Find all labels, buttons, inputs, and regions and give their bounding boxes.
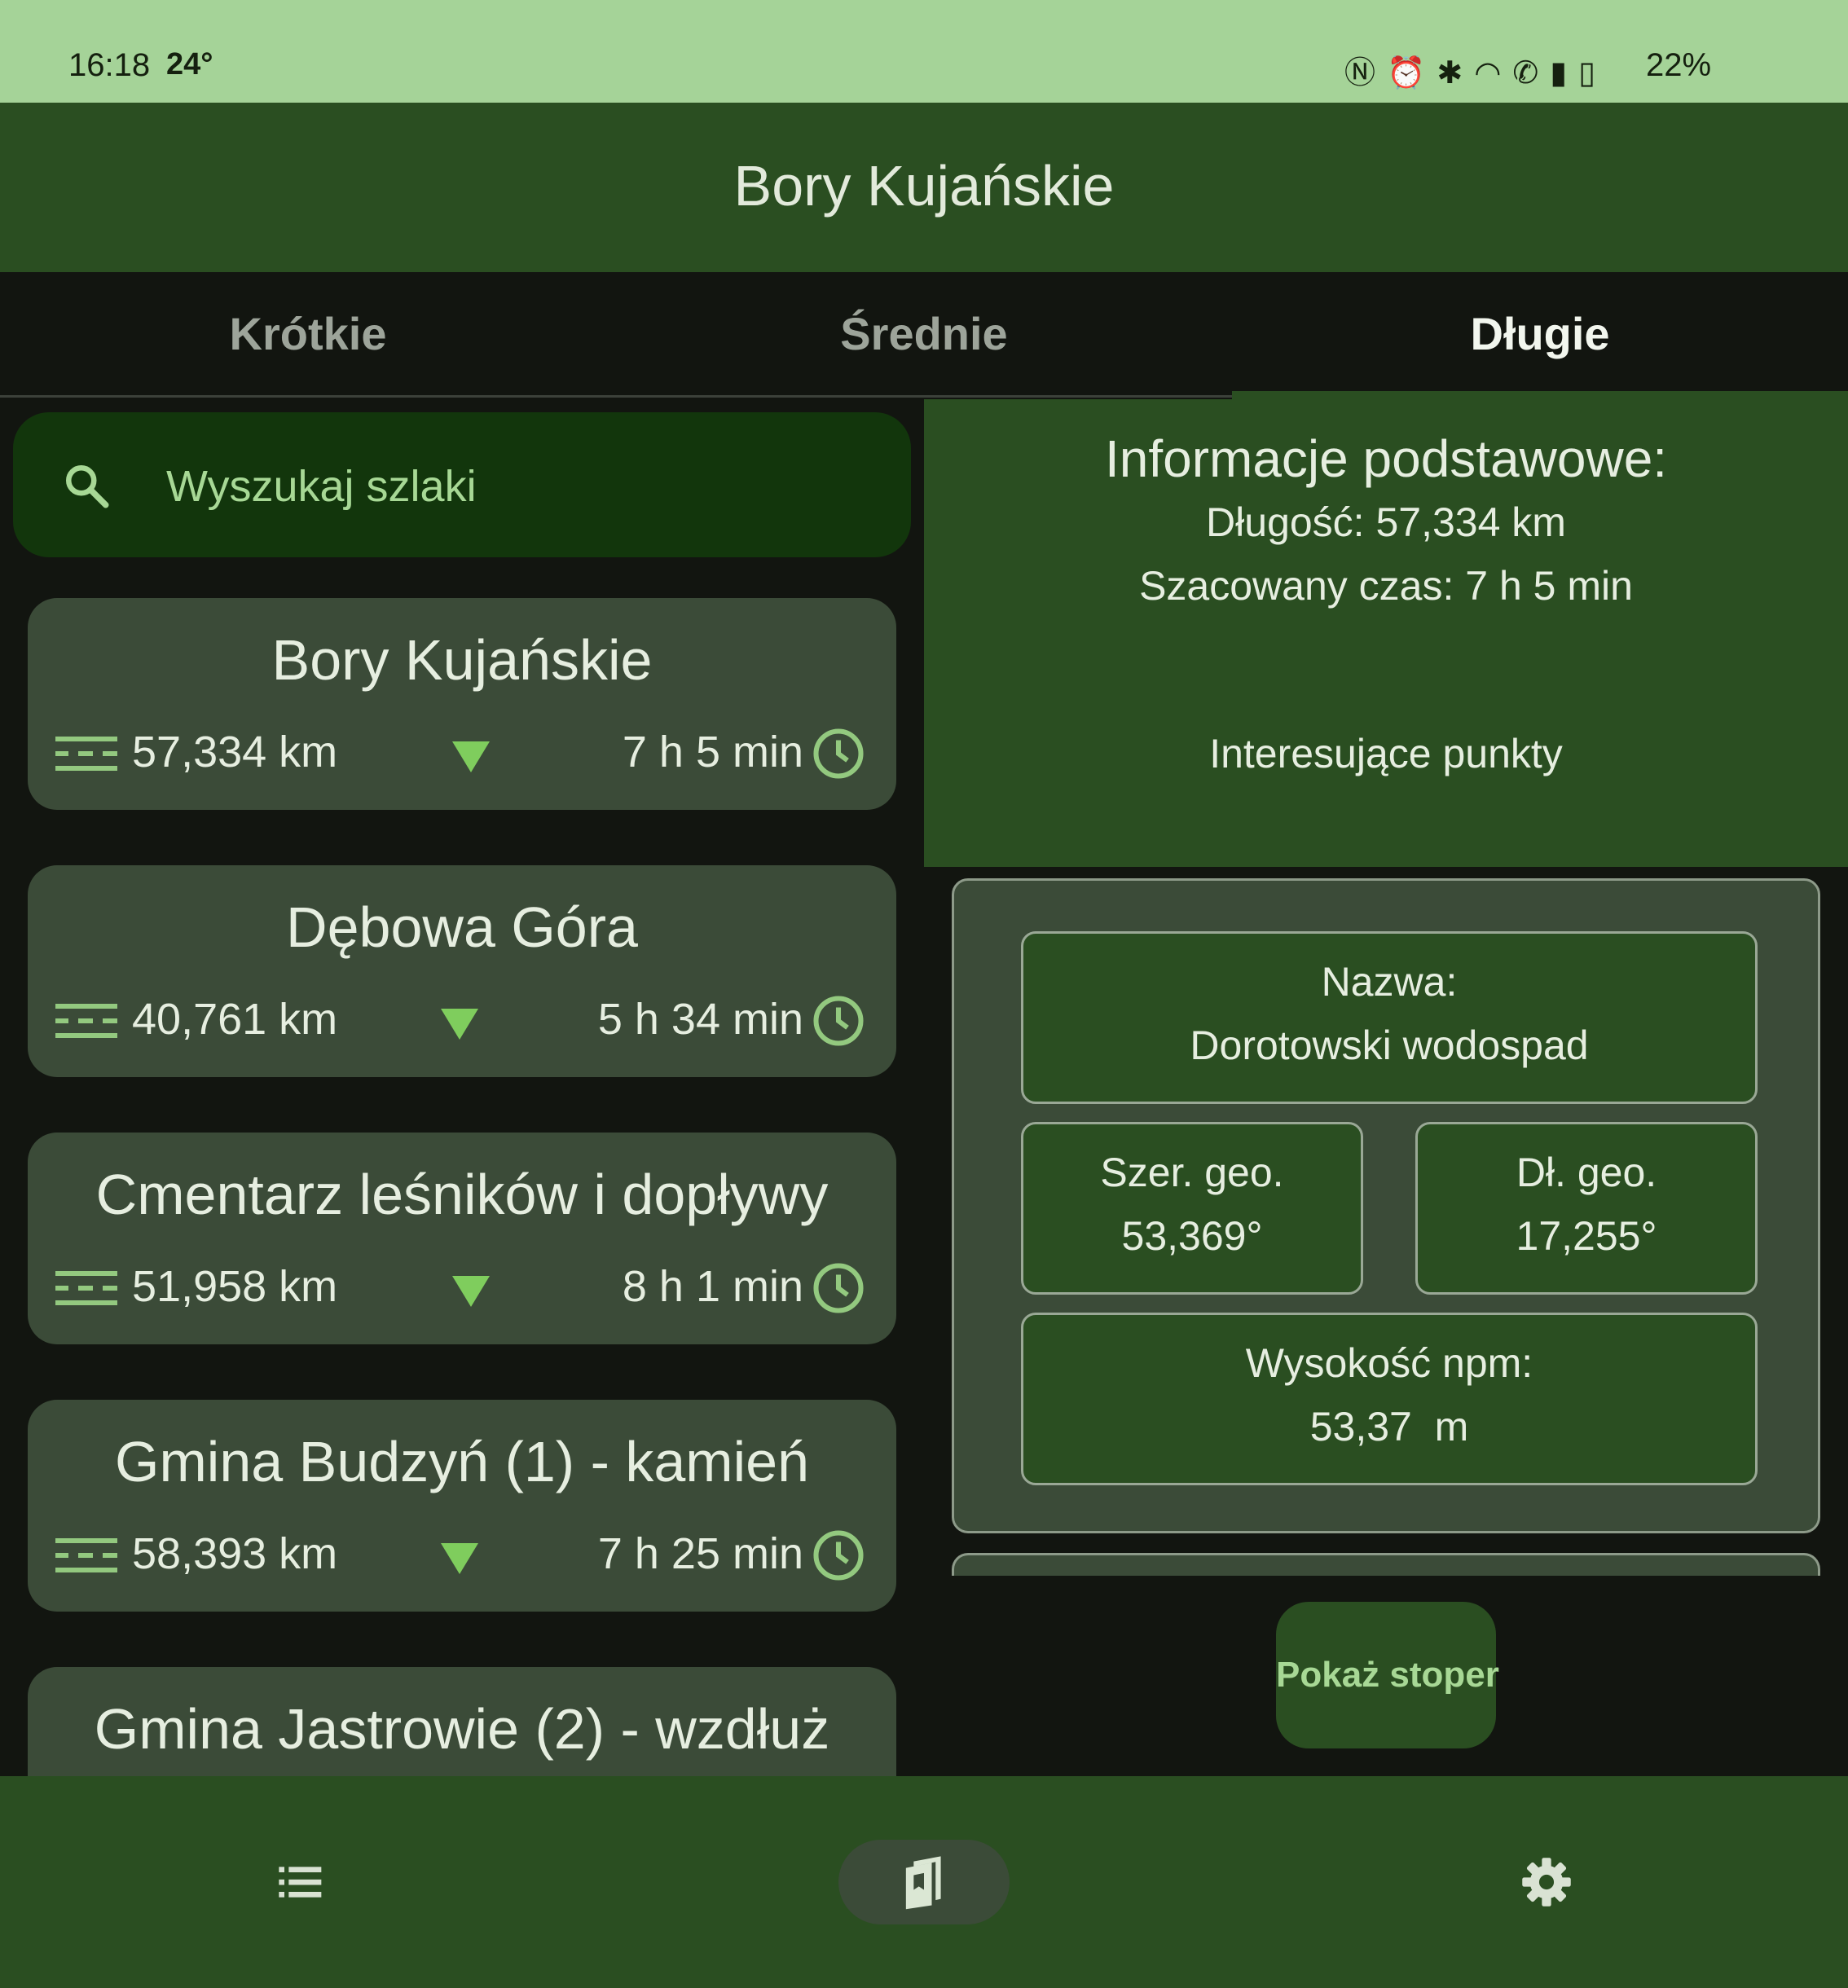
poi-name-field: Nazwa: Dorotowski wodospad [1021,931,1758,1104]
trail-distance: 51,958 km [132,1262,338,1311]
clock-icon [813,1263,864,1313]
expand-arrow-icon[interactable] [452,1276,490,1307]
distance-icon [55,1004,117,1038]
poi-latitude-field: Szer. geo. 53,369° [1021,1122,1363,1295]
battery-level: 22% [1646,47,1712,83]
poi-name-label: Nazwa: [1321,959,1458,1005]
poi-altitude-field: Wysokość npm: 53,37 m [1021,1313,1758,1485]
trail-card[interactable]: Gmina Jastrowie (2) - wzdłuż [28,1667,896,1776]
info-heading: Informacje podstawowe: [1104,429,1668,488]
trail-name: Gmina Budzyń (1) - kamień [115,1430,809,1493]
tab-dlugie[interactable]: Długie [1232,272,1848,398]
distance-icon [55,737,117,771]
info-estimated-time: Szacowany czas: 7 h 5 min [1139,563,1633,609]
gear-icon [1522,1858,1571,1907]
poi-card[interactable]: Nazwa: Dorotowski wodospad Szer. geo. 53… [952,878,1820,1533]
bottom-navigation [0,1776,1848,1988]
status-icons: Ⓝ⏰✱◠✆▮▯ [1344,47,1607,92]
status-time: 16:18 [68,47,151,83]
poi-longitude-label: Dł. geo. [1516,1150,1657,1195]
tab-krotkie[interactable]: Krótkie [0,272,616,398]
trail-name: Cmentarz leśników i dopływy [95,1163,829,1226]
trail-card[interactable]: Gmina Budzyń (1) - kamień 58,393 km 7 h … [28,1400,896,1612]
trail-list[interactable]: Bory Kujańskie 57,334 km 7 h 5 min Dębow… [0,570,924,1776]
trail-card[interactable]: Dębowa Góra 40,761 km 5 h 34 min [28,865,896,1077]
tab-indicator [1232,391,1848,399]
wifi-calling-icon: ✆ [1512,56,1551,90]
nfc-icon: Ⓝ [1344,56,1388,90]
show-stopwatch-button[interactable]: Pokaż stoper [1276,1602,1499,1748]
info-length: Długość: 57,334 km [1206,499,1566,545]
trail-distance: 57,334 km [132,728,338,776]
status-temperature: 24° [166,47,213,81]
trail-distance: 58,393 km [132,1529,338,1578]
list-icon [279,1867,322,1898]
poi-longitude-field: Dł. geo. 17,255° [1415,1122,1758,1295]
poi-altitude-label: Wysokość npm: [1245,1340,1533,1386]
trail-name: Dębowa Góra [286,895,638,959]
trail-time: 5 h 34 min [597,995,803,1044]
page-title: Bory Kujańskie [733,154,1115,218]
trail-distance: 40,761 km [132,995,338,1044]
trail-card[interactable]: Bory Kujańskie 57,334 km 7 h 5 min [28,598,896,810]
poi-latitude-value: 53,369° [1121,1213,1263,1259]
poi-altitude-value: 53,37 m [1309,1404,1469,1449]
trail-time: 8 h 1 min [622,1262,803,1311]
bluetooth-icon: ✱ [1437,56,1475,90]
search-icon [66,465,109,508]
poi-heading: Interesujące punkty [1209,731,1563,776]
nav-trail-list[interactable] [215,1840,386,1924]
nav-bookmarks[interactable] [838,1840,1010,1924]
alarm-icon: ⏰ [1387,56,1437,90]
clock-icon [813,996,864,1046]
battery-icon: ▯ [1578,56,1608,90]
distance-icon [55,1538,117,1572]
tab-srednie[interactable]: Średnie [616,272,1232,398]
wifi-icon: ◠ [1474,56,1513,90]
trail-name: Gmina Jastrowie (2) - wzdłuż [94,1697,830,1761]
app-bar: Bory Kujańskie [0,103,1848,272]
poi-name-value: Dorotowski wodospad [1190,1023,1589,1068]
poi-longitude-value: 17,255° [1516,1213,1657,1259]
book-icon [905,1856,941,1910]
expand-arrow-icon[interactable] [452,741,490,772]
signal-icon: ▮ [1550,56,1579,90]
trail-time: 7 h 25 min [597,1529,803,1578]
trail-name: Bory Kujańskie [271,628,653,692]
trail-info-panel: Informacje podstawowe: Długość: 57,334 k… [924,399,1848,867]
clock-icon [813,728,864,779]
distance-icon [55,1271,117,1305]
expand-arrow-icon[interactable] [441,1009,478,1040]
poi-card-next[interactable] [952,1553,1820,1577]
status-bar: 16:18 24° Ⓝ⏰✱◠✆▮▯ 22% [0,0,1848,103]
trail-card[interactable]: Cmentarz leśników i dopływy 51,958 km 8 … [28,1133,896,1344]
search-bar[interactable] [13,412,911,557]
trail-time: 7 h 5 min [622,728,803,776]
tab-bar: Krótkie Średnie Długie [0,272,1848,399]
search-input[interactable] [165,445,885,528]
nav-settings[interactable] [1462,1840,1633,1924]
poi-latitude-label: Szer. geo. [1100,1150,1284,1195]
clock-icon [813,1530,864,1581]
expand-arrow-icon[interactable] [441,1543,478,1574]
